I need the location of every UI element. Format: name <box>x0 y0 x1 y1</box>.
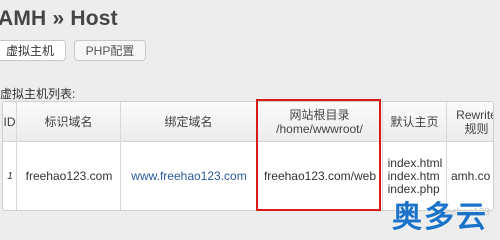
table-row-id: 1 <box>7 171 13 182</box>
header-rewrite-label: Rewrite <box>456 107 494 122</box>
table-row-bind-domain[interactable]: www.freehao123.com <box>121 143 257 210</box>
tab-virtual-host[interactable]: 虚拟主机 <box>0 40 66 61</box>
bind-domain-link[interactable]: www.freehao123.com <box>131 170 246 183</box>
watermark-logo: 奥多云 <box>392 201 488 234</box>
table-row-root-dir: freehao123.com/web <box>263 169 377 183</box>
tab-php-config[interactable]: PHP配置 <box>74 40 146 61</box>
page-title: AMH » Host <box>0 7 118 30</box>
index-pages-list: index.html index.htm index.php <box>388 157 443 196</box>
header-rewrite-rule: 规则 <box>464 121 489 136</box>
host-list-label: 虚拟主机列表: <box>0 87 76 101</box>
table-row-ident-domain: freehao123.com <box>25 169 113 183</box>
header-rewrite: Rewrite 规则 <box>447 102 494 142</box>
